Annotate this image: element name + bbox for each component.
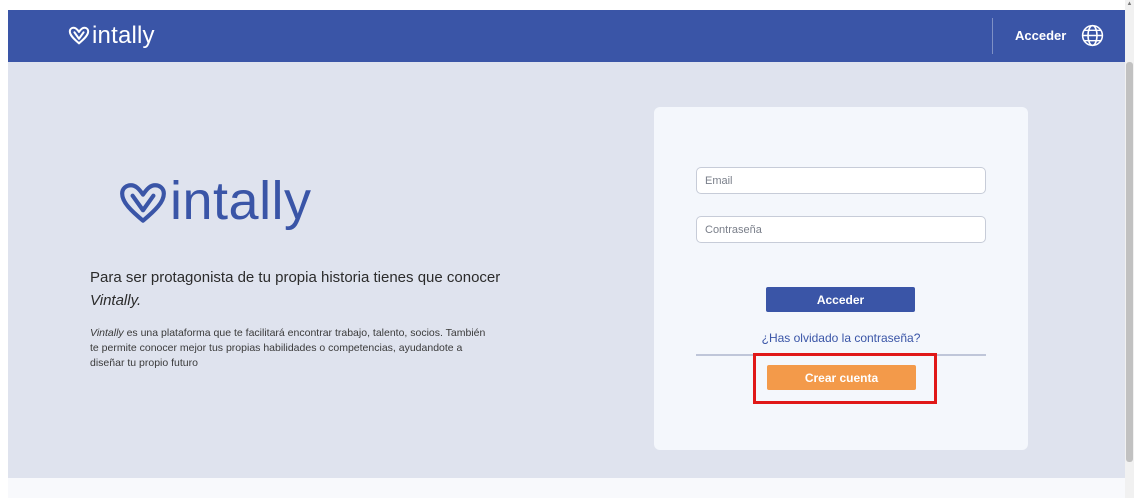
hero-heading-brand: Vintally.	[90, 292, 142, 309]
globe-icon	[1081, 24, 1104, 47]
nav-logo-text: intally	[92, 22, 155, 49]
login-button[interactable]: Acceder	[766, 287, 915, 312]
scrollbar-thumb[interactable]	[1126, 62, 1133, 462]
scroll-up-icon[interactable]: ▲	[1126, 0, 1133, 8]
hero-description: Vintally es una plataforma que te facili…	[90, 326, 490, 371]
password-field[interactable]	[696, 216, 986, 243]
heart-logo-icon	[68, 26, 90, 45]
hero-heading: Para ser protagonista de tu propia histo…	[90, 266, 510, 312]
login-card: Acceder ¿Has olvidado la contraseña? Cre…	[654, 107, 1028, 450]
window-top-strip	[0, 0, 1134, 10]
hero-logo-text: intally	[170, 171, 312, 231]
nav-logo[interactable]: intally	[68, 22, 155, 50]
create-account-button[interactable]: Crear cuenta	[767, 365, 916, 390]
email-field[interactable]	[696, 167, 986, 194]
hero-logo: intally	[118, 170, 312, 232]
hero-section: intally Para ser protagonista de tu prop…	[8, 62, 1125, 478]
hero-heading-text: Para ser protagonista de tu propia histo…	[90, 269, 501, 286]
footer-strip	[8, 478, 1125, 498]
hero-description-text: es una plataforma que te facilitará enco…	[90, 327, 486, 369]
heart-logo-icon	[120, 183, 166, 223]
nav-divider	[992, 18, 993, 54]
page-scrollbar[interactable]: ▲	[1125, 0, 1134, 498]
language-button[interactable]	[1080, 23, 1105, 48]
hero-description-brand: Vintally	[90, 327, 124, 339]
nav-login-link[interactable]: Acceder	[1015, 28, 1066, 43]
navbar: intally Acceder	[8, 10, 1125, 62]
forgot-password-link[interactable]: ¿Has olvidado la contraseña?	[696, 331, 986, 345]
